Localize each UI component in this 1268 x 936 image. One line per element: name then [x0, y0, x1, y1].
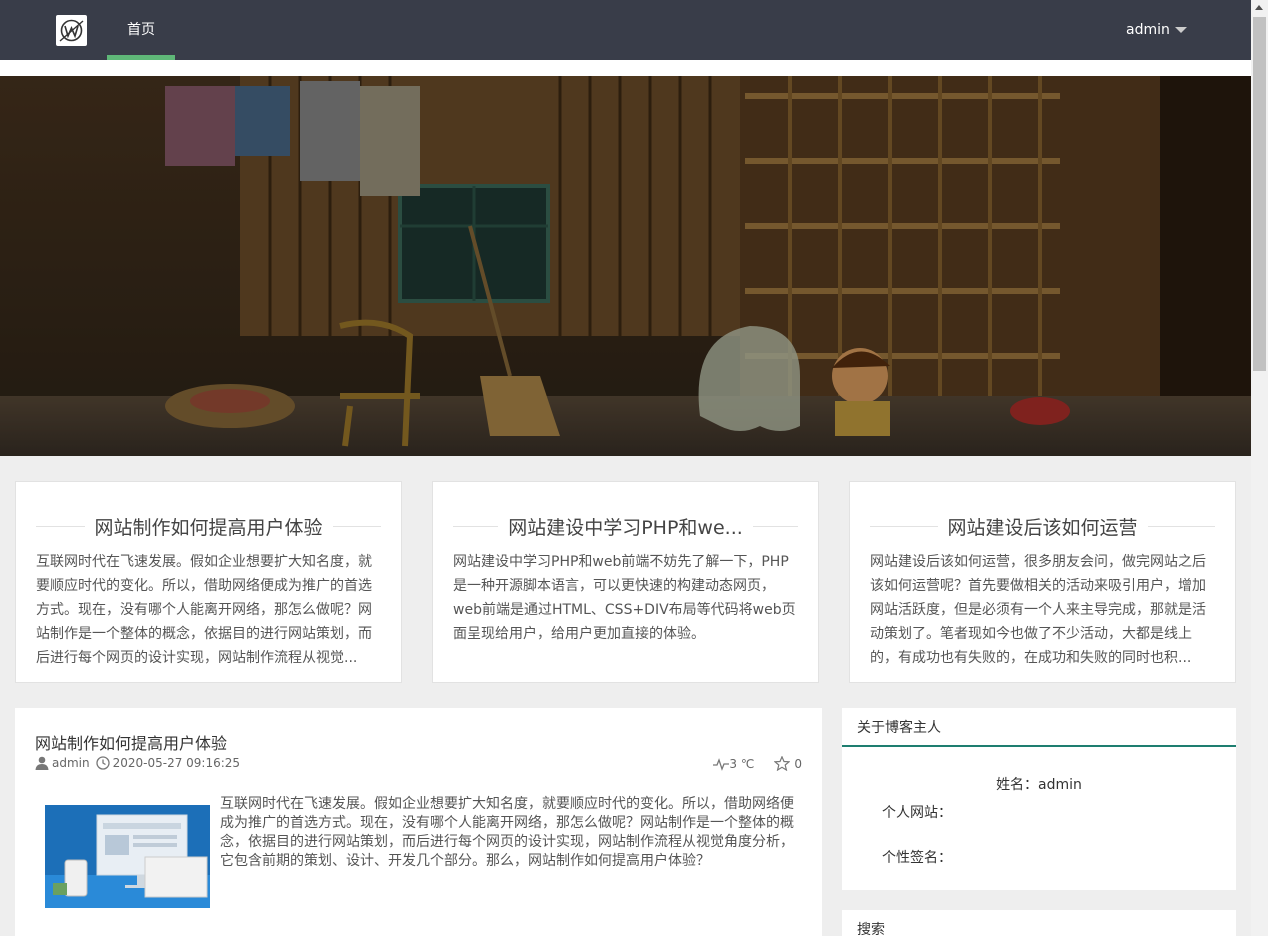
title-divider-left [870, 525, 938, 527]
clock-icon [95, 756, 110, 770]
feature-card-1[interactable]: 网站制作如何提高用户体验 互联网时代在飞速发展。假如企业想要扩大知名度，就要顺应… [15, 481, 402, 683]
pulse-icon [713, 757, 730, 771]
card-excerpt: 互联网时代在飞速发展。假如企业想要扩大知名度，就要顺应时代的变化。所以，借助网络… [36, 554, 372, 666]
card-excerpt: 网站建设中学习PHP和web前端不妨先了解一下，PHP是一种开源脚本语言，可以更… [453, 554, 796, 642]
nav-home-label: 首页 [127, 22, 155, 38]
article-summary: 互联网时代在飞速发展。假如企业想要扩大知名度，就要顺应时代的变化。所以，借助网络… [220, 796, 794, 869]
title-divider-right [752, 525, 798, 527]
user-icon [35, 756, 49, 770]
title-divider-left [453, 525, 499, 527]
title-divider-right [332, 525, 382, 527]
owner-name: 姓名：admin [996, 777, 1082, 793]
article-heat: 3 ℃ [729, 756, 755, 771]
article-likes: 0 [794, 756, 802, 771]
top-header: 首页 admin [0, 0, 1251, 60]
search-box: 搜索 [842, 910, 1236, 936]
feature-card-3[interactable]: 网站建设后该如何运营 网站建设后该如何运营，很多朋友会问，做完网站之后该如何运营… [849, 481, 1236, 683]
title-divider-right [1147, 525, 1216, 527]
card-title-row: 网站建设中学习PHP和we... [453, 512, 798, 540]
owner-signature-label: 个性签名： [882, 850, 952, 866]
article-author[interactable]: admin [52, 756, 90, 770]
card-title-row: 网站建设后该如何运营 [870, 512, 1216, 540]
search-title: 搜索 [857, 922, 885, 936]
title-divider-left [36, 525, 85, 527]
article-datetime: 2020-05-27 09:16:25 [112, 756, 241, 770]
card-excerpt: 网站建设后该如何运营，很多朋友会问，做完网站之后该如何运营呢？首先要做相关的活动… [870, 554, 1206, 666]
about-owner-box: 关于博客主人 姓名：admin 个人网站： 个性签名： [842, 708, 1236, 890]
scrollbar-thumb[interactable] [1253, 17, 1266, 371]
header-spacer [0, 60, 1251, 76]
star-icon[interactable] [774, 756, 791, 771]
user-menu-dropdown[interactable]: admin [1126, 0, 1187, 60]
article-thumbnail[interactable] [45, 805, 210, 908]
feature-card-2[interactable]: 网站建设中学习PHP和we... 网站建设中学习PHP和web前端不妨先了解一下… [432, 481, 819, 683]
user-name: admin [1126, 22, 1170, 38]
article-meta: admin 2020-05-27 09:16:25 [35, 756, 240, 770]
scroll-up-arrow-icon[interactable] [1255, 5, 1263, 10]
site-logo[interactable] [56, 15, 87, 46]
card-title[interactable]: 网站制作如何提高用户体验 [85, 513, 333, 540]
card-title[interactable]: 网站建设中学习PHP和we... [498, 513, 753, 540]
article-item: 网站制作如何提高用户体验 admin 2020-05-27 09:16:25 3… [15, 708, 822, 936]
article-title[interactable]: 网站制作如何提高用户体验 [35, 730, 227, 754]
vertical-scrollbar[interactable] [1251, 0, 1268, 936]
owner-website-label: 个人网站： [882, 805, 952, 821]
card-title[interactable]: 网站建设后该如何运营 [938, 513, 1148, 540]
about-owner-title: 关于博客主人 [842, 708, 1236, 747]
article-stats: 3 ℃ 0 [713, 756, 802, 771]
nav-home[interactable]: 首页 [107, 0, 175, 60]
caret-down-icon [1174, 27, 1187, 33]
card-title-row: 网站制作如何提高用户体验 [36, 512, 382, 540]
banner-image[interactable] [0, 76, 1251, 456]
